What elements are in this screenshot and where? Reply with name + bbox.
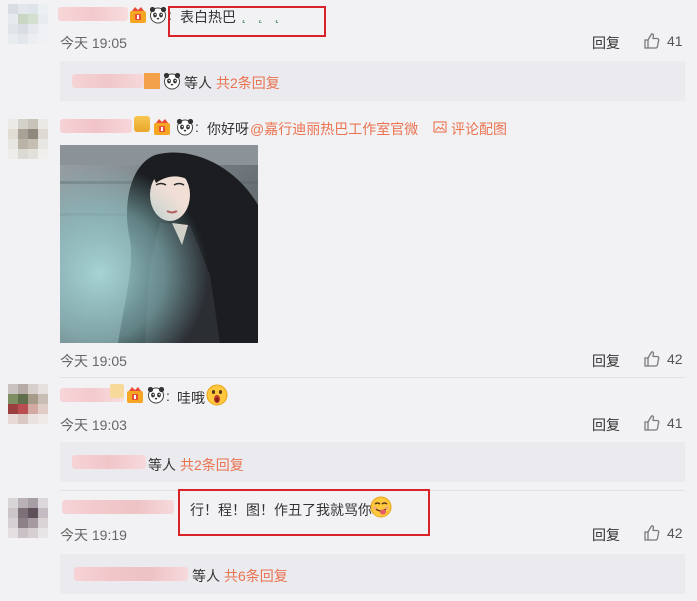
comment-3: : 哇哦 今天 19:03 回复 41 等人 共2条回复 — [0, 378, 697, 488]
username-blurred[interactable] — [62, 500, 174, 514]
comment-time: 今天 19:05 — [60, 353, 127, 369]
sub-suffix: 等人 — [148, 457, 176, 473]
like-count: 41 — [667, 415, 683, 431]
comment-time: 今天 19:19 — [60, 527, 127, 543]
reply-button[interactable]: 回复 — [592, 415, 620, 435]
highlight-box — [178, 489, 430, 536]
like-icon[interactable] — [643, 32, 661, 50]
sub-replies-box: 等人 共2条回复 — [60, 442, 685, 482]
sub-username-blurred[interactable] — [74, 567, 188, 581]
username-blurred[interactable] — [60, 119, 132, 133]
comment-colon: : — [195, 119, 199, 135]
sub-replies-box: 等人 共2条回复 — [60, 61, 685, 101]
comment-2: : 你好呀 @嘉行迪丽热巴工作室官微 评论配图 今天 19:05 回复 42 — [0, 110, 697, 378]
reply-button[interactable]: 回复 — [592, 33, 620, 53]
surprised-emoji-icon — [206, 384, 228, 406]
level-icon — [110, 384, 124, 398]
sub-suffix: 等人 — [192, 568, 220, 584]
more-replies-link[interactable]: 共6条回复 — [224, 566, 288, 586]
comment-time: 今天 19:03 — [60, 417, 127, 433]
panda-icon — [147, 386, 165, 404]
avatar[interactable] — [8, 498, 48, 538]
comment-time: 今天 19:05 — [60, 35, 127, 51]
crown-icon — [134, 116, 150, 132]
like-count: 42 — [667, 351, 683, 367]
comment-4: 行！程！图！作丑了我就骂你 今天 19:19 回复 42 等人 共6条回复 — [0, 489, 697, 601]
more-replies-link[interactable]: 共2条回复 — [180, 455, 244, 475]
like-icon[interactable] — [643, 524, 661, 542]
sub-replies-box: 等人 共6条回复 — [60, 554, 685, 594]
like-icon[interactable] — [643, 350, 661, 368]
panda-icon — [176, 118, 194, 136]
vip-badge-icon — [126, 386, 144, 404]
comment-image-link[interactable]: 评论配图 — [451, 119, 507, 139]
sub-suffix: 等人 — [184, 75, 212, 91]
vip-badge-icon — [129, 6, 147, 24]
comment-text: 哇哦 — [177, 390, 205, 406]
username-blurred[interactable] — [58, 7, 128, 21]
reply-button[interactable]: 回复 — [592, 525, 620, 545]
sub-username-blurred[interactable] — [72, 74, 144, 88]
comment-1: : 表白热巴 ˛ ˛ ˛ 今天 19:05 回复 41 等人 共2条回复 — [0, 0, 697, 110]
avatar[interactable] — [8, 119, 48, 159]
sub-avatar-mini — [144, 73, 160, 89]
avatar[interactable] — [8, 4, 48, 44]
panda-icon — [163, 72, 181, 90]
sub-username-blurred[interactable] — [72, 455, 146, 469]
vip-badge-icon — [153, 118, 171, 136]
panda-icon — [149, 6, 167, 24]
like-count: 41 — [667, 33, 683, 49]
portrait-photo — [60, 145, 258, 343]
image-icon — [433, 120, 447, 134]
mention-link[interactable]: @嘉行迪丽热巴工作室官微 — [250, 119, 418, 139]
highlight-box — [168, 6, 326, 37]
comment-colon: : — [166, 388, 170, 404]
like-count: 42 — [667, 525, 683, 541]
comment-image[interactable] — [60, 145, 258, 343]
reply-button[interactable]: 回复 — [592, 351, 620, 371]
more-replies-link[interactable]: 共2条回复 — [216, 73, 280, 93]
avatar[interactable] — [8, 384, 48, 424]
like-icon[interactable] — [643, 414, 661, 432]
comment-text: 你好呀 — [207, 121, 249, 137]
